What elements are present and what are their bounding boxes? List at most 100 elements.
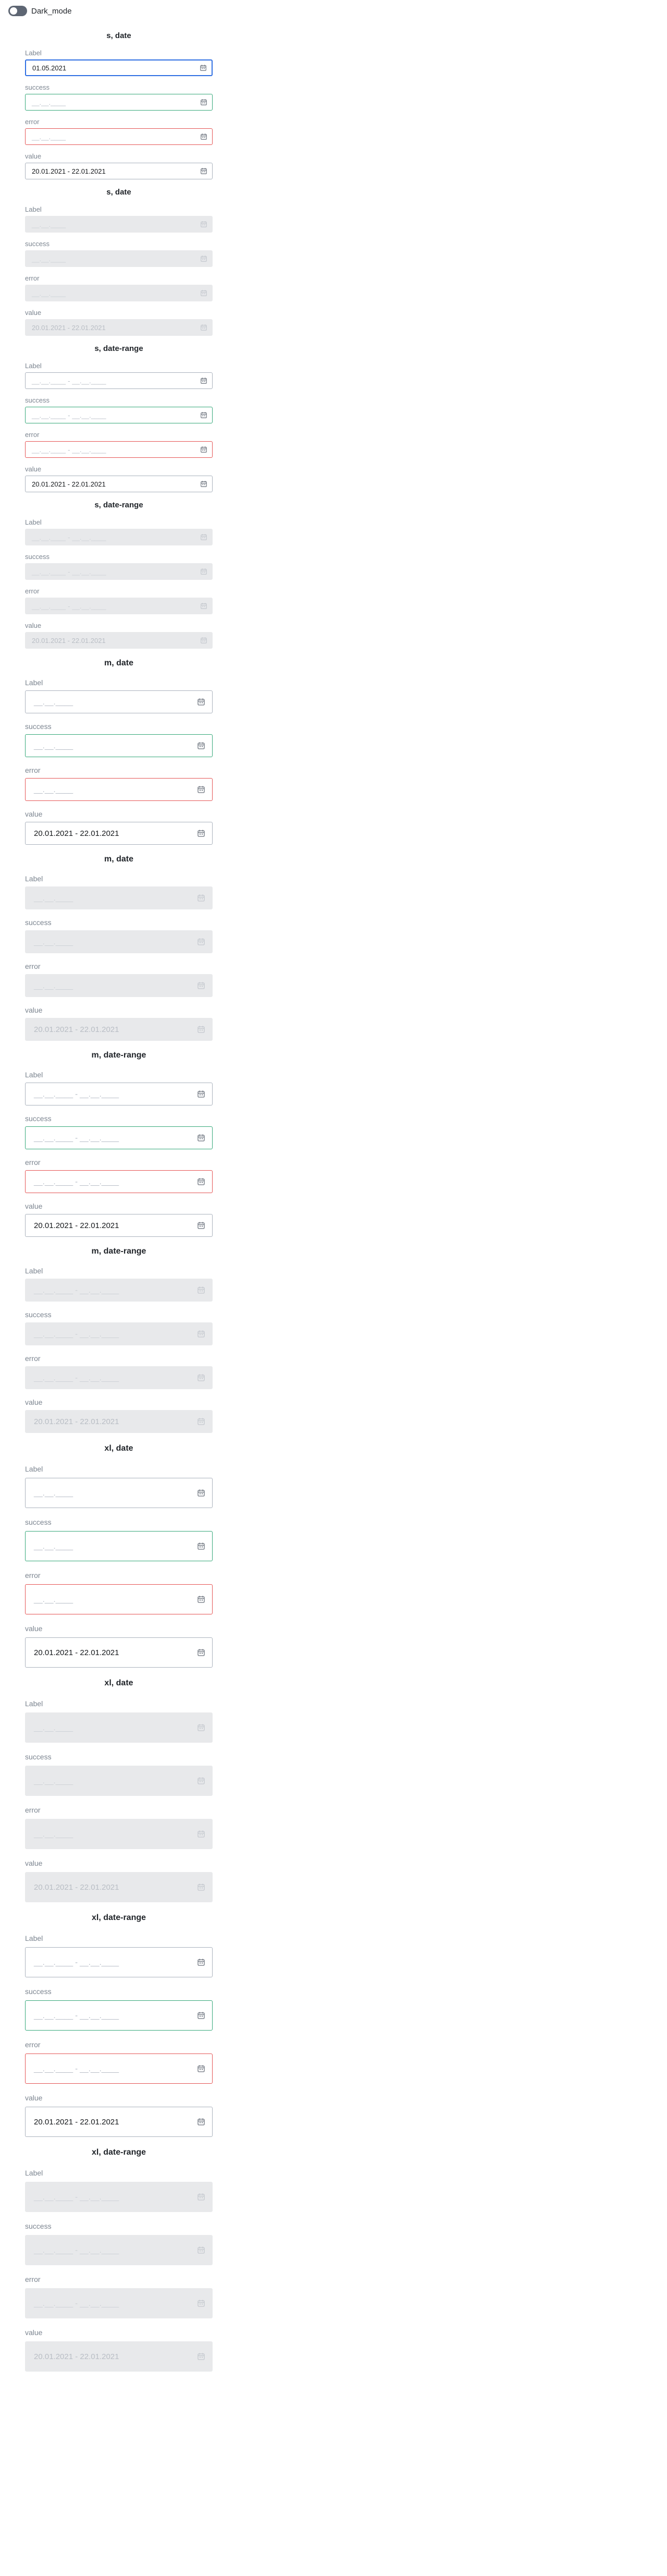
- input-placeholder: __.__.____: [34, 894, 73, 903]
- calendar-icon[interactable]: [196, 1585, 206, 1614]
- dark-mode-label: Dark_mode: [31, 6, 72, 16]
- datepicker-field: value 20.01.2021 - 22.01.2021: [25, 1624, 213, 1668]
- placeholder-mask: __.__.____: [32, 376, 66, 385]
- date-input: 20.01.2021 - 22.01.2021: [25, 1872, 213, 1902]
- calendar-icon[interactable]: [196, 2001, 206, 2030]
- input-placeholder: __.__.____ - __.__.____: [34, 1177, 119, 1186]
- calendar-icon[interactable]: [200, 129, 208, 144]
- calendar-icon[interactable]: [200, 163, 208, 179]
- calendar-icon[interactable]: [200, 442, 208, 457]
- date-range-input[interactable]: __.__.____ - __.__.____: [25, 1126, 213, 1149]
- input-placeholder: __.__.____ - __.__.____: [32, 411, 106, 419]
- datepicker-field: error __.__.____ - __.__.____: [25, 587, 213, 614]
- calendar-icon[interactable]: [196, 1478, 206, 1508]
- date-input[interactable]: __.__.____: [25, 94, 213, 111]
- date-input[interactable]: 01.05.2021: [25, 59, 213, 76]
- group-title: s, date-range: [94, 501, 143, 509]
- calendar-icon[interactable]: [196, 1638, 206, 1667]
- placeholder-mask: __.__.____: [34, 1488, 73, 1498]
- calendar-icon[interactable]: [196, 1214, 206, 1236]
- calendar-icon[interactable]: [196, 2054, 206, 2083]
- calendar-icon[interactable]: [196, 735, 206, 757]
- date-input: __.__.____: [25, 1712, 213, 1743]
- date-input[interactable]: __.__.____: [25, 1531, 213, 1561]
- date-input[interactable]: __.__.____: [25, 778, 213, 801]
- placeholder-mask: __.__.____: [34, 2192, 73, 2202]
- date-input: __.__.____: [25, 974, 213, 997]
- input-placeholder: __.__.____: [34, 1830, 73, 1839]
- field-label: Label: [25, 1267, 43, 1275]
- input-placeholder: __.__.____: [34, 1595, 73, 1604]
- calendar-icon[interactable]: [196, 1948, 206, 1977]
- placeholder-mask: __.__.____: [72, 602, 106, 610]
- range-separator: -: [75, 2064, 78, 2073]
- date-input[interactable]: __.__.____: [25, 690, 213, 713]
- input-placeholder: __.__.____: [34, 938, 73, 946]
- field-label: success: [25, 1987, 52, 1996]
- input-placeholder: __.__.____ - __.__.____: [34, 1958, 119, 1967]
- field-label: success: [25, 396, 50, 404]
- datepicker-field: value 20.01.2021 - 22.01.2021: [25, 1201, 213, 1237]
- input-value: 20.01.2021 - 22.01.2021: [34, 2352, 119, 2361]
- calendar-icon[interactable]: [199, 60, 207, 75]
- date-range-input[interactable]: 20.01.2021 - 22.01.2021: [25, 476, 213, 492]
- datepicker-group: s, date Label __.__.____ success __.__.____ e…: [25, 188, 213, 336]
- calendar-icon[interactable]: [196, 2107, 206, 2136]
- calendar-icon: [196, 1766, 206, 1795]
- date-input[interactable]: __.__.____: [25, 1478, 213, 1508]
- calendar-icon[interactable]: [196, 779, 206, 800]
- date-input[interactable]: 20.01.2021 - 22.01.2021: [25, 163, 213, 179]
- datepicker-field: success __.__.____ - __.__.____: [25, 396, 213, 423]
- datepicker-field: Label __.__.____ - __.__.____: [25, 1070, 213, 1105]
- date-range-input[interactable]: __.__.____ - __.__.____: [25, 1947, 213, 1977]
- input-placeholder: __.__.____: [32, 133, 66, 141]
- date-range-input: 20.01.2021 - 22.01.2021: [25, 1410, 213, 1433]
- calendar-icon[interactable]: [200, 94, 208, 110]
- datepicker-field: error __.__.____: [25, 1571, 213, 1614]
- calendar-icon: [196, 1323, 206, 1345]
- date-input[interactable]: 20.01.2021 - 22.01.2021: [25, 822, 213, 845]
- calendar-icon[interactable]: [196, 1127, 206, 1149]
- calendar-icon: [196, 1819, 206, 1849]
- calendar-icon[interactable]: [196, 1083, 206, 1105]
- calendar-icon[interactable]: [196, 1171, 206, 1193]
- date-range-input[interactable]: __.__.____ - __.__.____: [25, 372, 213, 389]
- datepicker-field: error __.__.____ - __.__.____: [25, 431, 213, 458]
- datepicker-field: value 20.01.2021 - 22.01.2021: [25, 2093, 213, 2137]
- placeholder-mask: __.__.____: [72, 533, 106, 541]
- date-range-input[interactable]: __.__.____ - __.__.____: [25, 1170, 213, 1193]
- date-input[interactable]: __.__.____: [25, 128, 213, 145]
- datepicker-field: success __.__.____ - __.__.____: [25, 1114, 213, 1149]
- calendar-icon[interactable]: [196, 1532, 206, 1561]
- date-range-input[interactable]: __.__.____ - __.__.____: [25, 2053, 213, 2084]
- calendar-icon[interactable]: [200, 373, 208, 388]
- calendar-icon[interactable]: [200, 476, 208, 492]
- calendar-icon[interactable]: [200, 407, 208, 423]
- date-range-input[interactable]: 20.01.2021 - 22.01.2021: [25, 2107, 213, 2137]
- date-input[interactable]: 20.01.2021 - 22.01.2021: [25, 1637, 213, 1668]
- placeholder-mask: __.__.____: [80, 1958, 119, 1967]
- calendar-icon: [196, 2289, 206, 2318]
- field-label: Label: [25, 2169, 43, 2177]
- calendar-icon[interactable]: [196, 822, 206, 844]
- field-label: success: [25, 1753, 52, 1761]
- date-range-input[interactable]: __.__.____ - __.__.____: [25, 1083, 213, 1105]
- field-label: error: [25, 1354, 41, 1363]
- datepicker-field: value 20.01.2021 - 22.01.2021: [25, 809, 213, 845]
- dark-mode-toggle[interactable]: [8, 6, 27, 16]
- date-input[interactable]: __.__.____: [25, 1584, 213, 1614]
- date-range-input[interactable]: __.__.____ - __.__.____: [25, 2000, 213, 2031]
- date-range-input: __.__.____ - __.__.____: [25, 2182, 213, 2212]
- date-range-input[interactable]: 20.01.2021 - 22.01.2021: [25, 1214, 213, 1237]
- date-input[interactable]: __.__.____: [25, 734, 213, 757]
- date-range-input[interactable]: __.__.____ - __.__.____: [25, 441, 213, 458]
- range-separator: -: [75, 1373, 78, 1382]
- calendar-icon[interactable]: [196, 691, 206, 713]
- field-label: error: [25, 431, 40, 439]
- datepicker-group: m, date-range Label __.__.____ - __.__.____ s…: [25, 1050, 213, 1237]
- placeholder-mask: __.__.____: [72, 445, 106, 454]
- input-value: 20.01.2021 - 22.01.2021: [32, 636, 106, 645]
- datepicker-field: Label __.__.____: [25, 874, 213, 909]
- date-range-input[interactable]: __.__.____ - __.__.____: [25, 407, 213, 423]
- input-placeholder: __.__.____ - __.__.____: [32, 446, 106, 454]
